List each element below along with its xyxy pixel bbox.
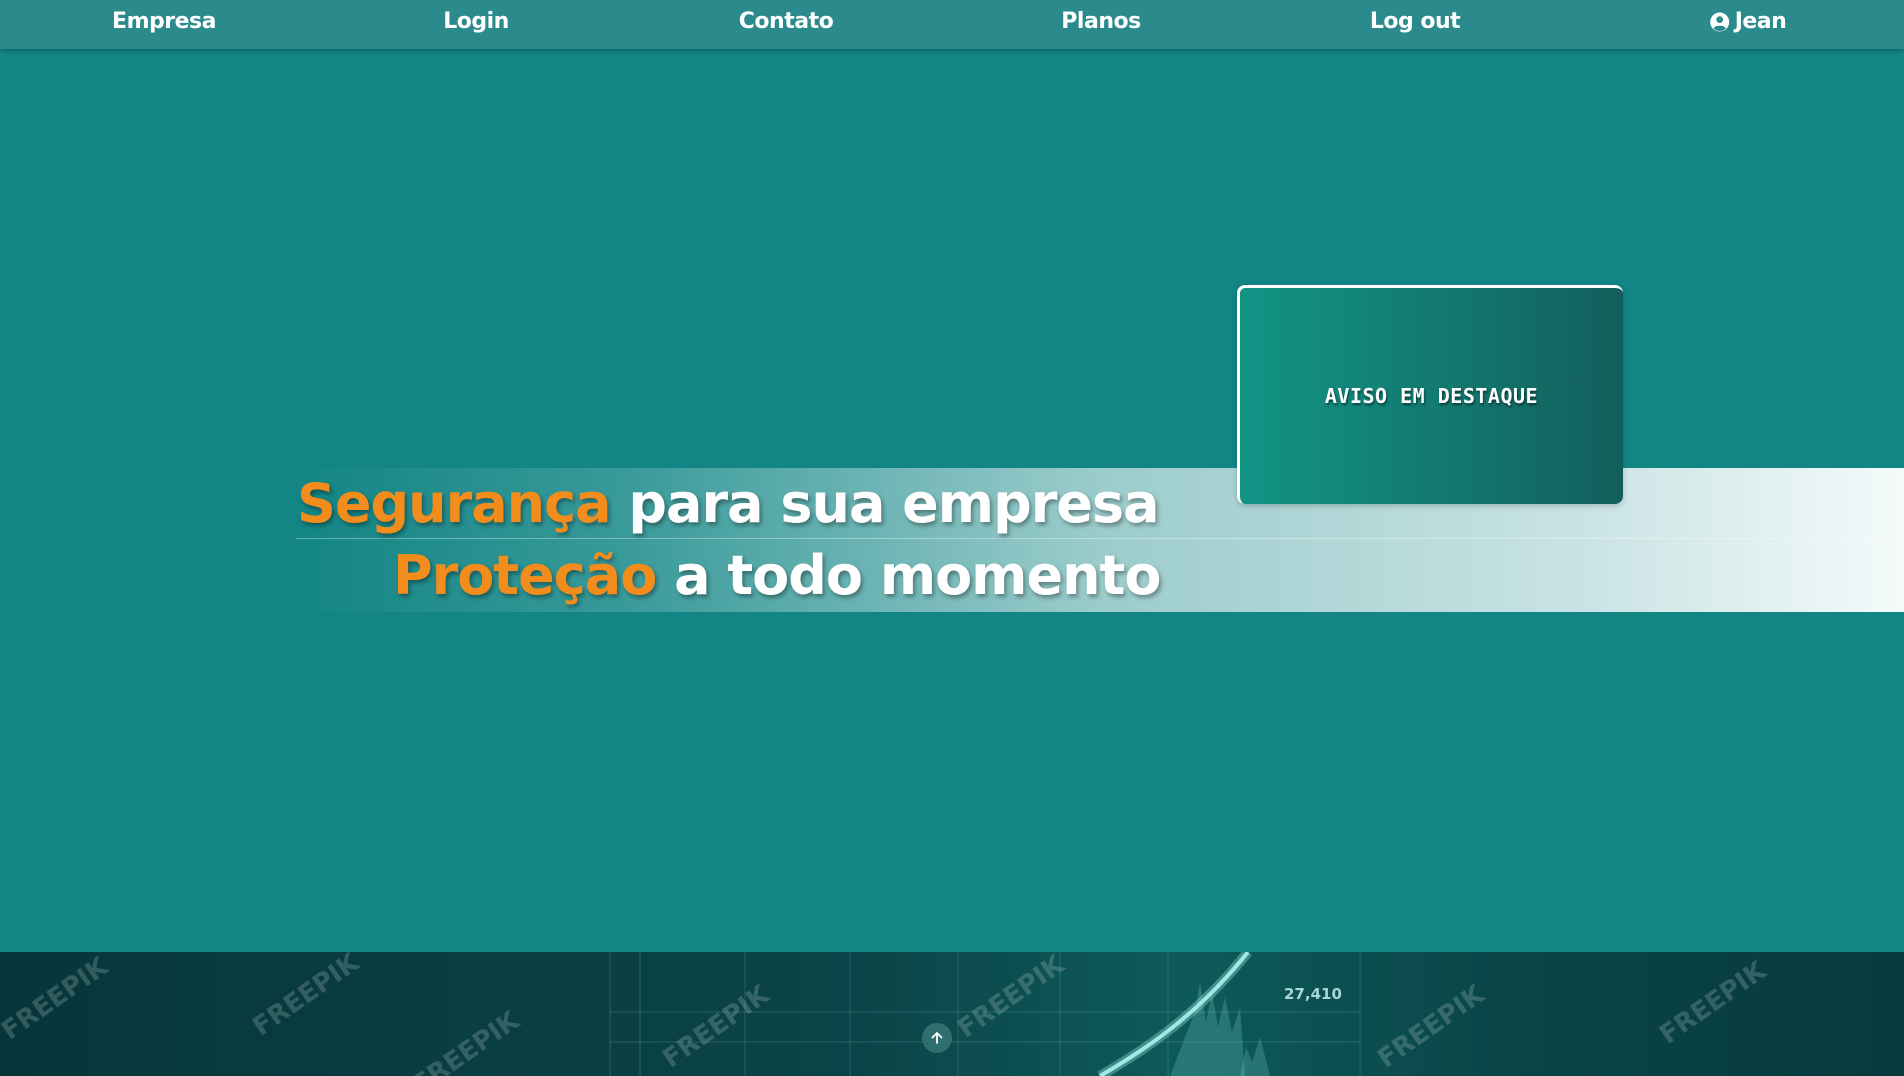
hero-text: para sua empresa (628, 472, 1159, 535)
user-circle-icon (1710, 12, 1730, 32)
nav-user-name: Jean (1734, 9, 1787, 34)
nav-link-logout[interactable]: Log out (1370, 0, 1461, 44)
hero-headline-line1: Segurança para sua empresa (297, 472, 1160, 535)
nav-link-empresa[interactable]: Empresa (112, 0, 216, 44)
hero-divider (296, 538, 1904, 539)
notice-title: AVISO EM DESTAQUE (1324, 384, 1539, 408)
hero-accent-word: Segurança (297, 472, 612, 535)
nav-link-planos[interactable]: Planos (1061, 0, 1141, 44)
nav-user-menu[interactable]: Jean (1710, 0, 1787, 44)
nav-link-login[interactable]: Login (443, 0, 509, 44)
arrow-up-icon (931, 1032, 943, 1044)
nav-link-contato[interactable]: Contato (739, 0, 834, 44)
scroll-to-top-button[interactable] (922, 1023, 952, 1053)
top-navbar: Empresa Login Contato Planos Log out Jea… (0, 0, 1904, 49)
footer-stock-chart-image: FREEPIK FREEPIK FREEPIK FREEPIK FREEPIK … (0, 952, 1904, 1076)
hero-headline-line2: Proteção a todo momento (393, 544, 1161, 607)
hero-text: a todo momento (674, 544, 1161, 607)
hero-accent-word: Proteção (393, 544, 657, 607)
featured-notice-card[interactable]: AVISO EM DESTAQUE (1237, 285, 1623, 504)
chart-ticker-value: 27,410 (1284, 985, 1342, 1003)
